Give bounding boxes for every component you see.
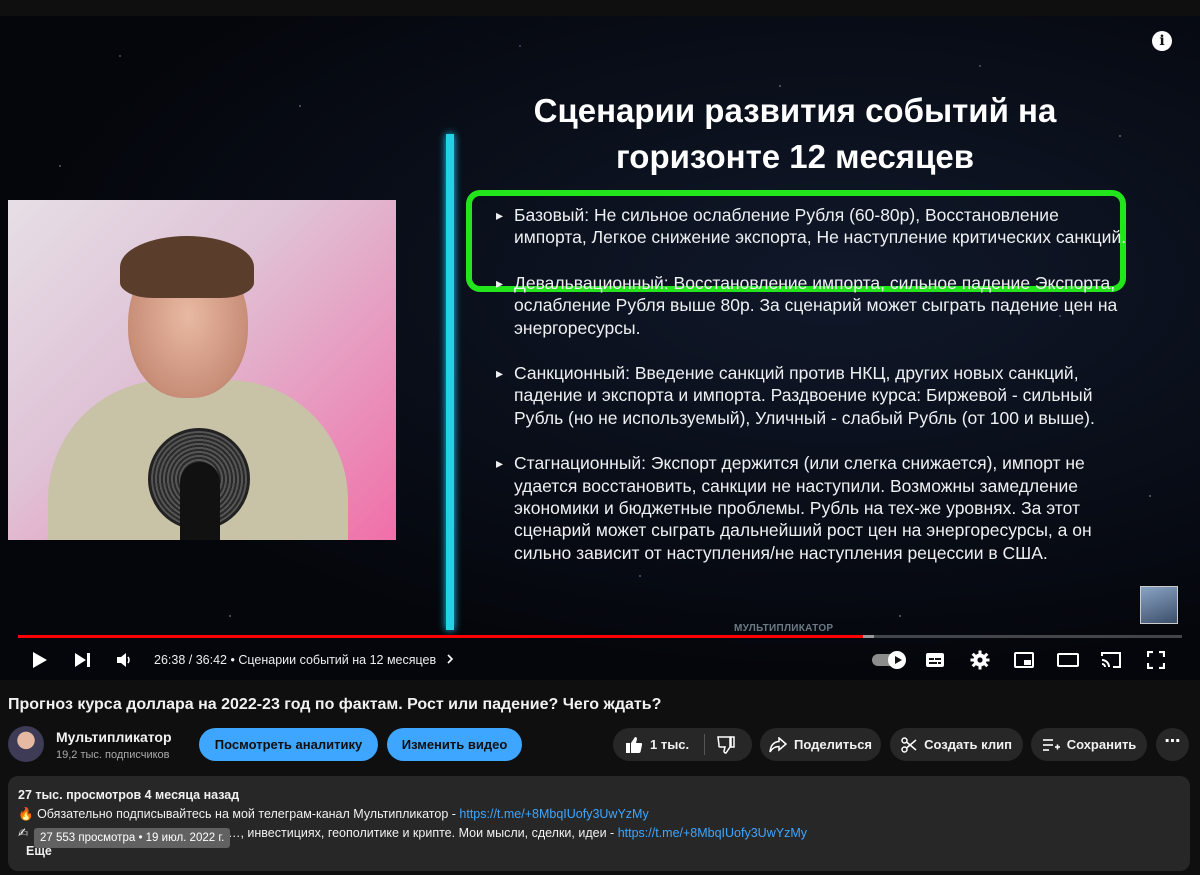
- scissors-icon: [901, 736, 917, 753]
- autoplay-toggle[interactable]: [872, 651, 906, 669]
- time-display: 26:38 / 36:42 • Сценарии событий на 12 м…: [154, 653, 454, 667]
- volume-icon[interactable]: [114, 650, 136, 670]
- share-label: Поделиться: [793, 737, 873, 752]
- presenter-webcam: [8, 200, 396, 540]
- chapter-title[interactable]: Сценарии событий на 12 месяцев: [238, 653, 436, 667]
- like-divider: [704, 734, 705, 755]
- channel-branding-watermark[interactable]: [1140, 586, 1178, 624]
- like-icon[interactable]: [625, 736, 643, 754]
- dislike-icon[interactable]: [714, 733, 738, 757]
- save-button[interactable]: Сохранить: [1031, 728, 1147, 761]
- slide-title: Сценарии развития событий на горизонте 1…: [470, 88, 1120, 180]
- time-elapsed-total: 26:38 / 36:42: [154, 653, 227, 667]
- channel-avatar[interactable]: [8, 726, 44, 762]
- description-line-1: 🔥 Обязательно подписывайтесь на мой теле…: [18, 807, 649, 822]
- subtitles-icon[interactable]: [924, 650, 946, 670]
- slide-bullet-base: Базовый: Не сильное ослабление Рубля (60…: [496, 204, 1136, 249]
- description-line-2-text: …, инвестициях, геополитике и крипте. Мо…: [227, 826, 618, 840]
- slide-accent-line: [446, 134, 454, 630]
- create-clip-label: Создать клип: [924, 737, 1012, 752]
- save-label: Сохранить: [1066, 737, 1137, 752]
- next-icon[interactable]: [73, 650, 93, 670]
- theater-mode-icon[interactable]: [1056, 650, 1080, 670]
- writing-hand-icon: ✍: [18, 826, 29, 840]
- chapter-chevron-icon[interactable]: [440, 653, 454, 667]
- telegram-link-1[interactable]: https://t.me/+8MbqIUofy3UwYzMy: [459, 807, 648, 821]
- view-count-and-date: 27 тыс. просмотров 4 месяца назад: [18, 788, 240, 802]
- playlist-add-icon: [1042, 738, 1060, 752]
- create-clip-button[interactable]: Создать клип: [890, 728, 1023, 761]
- slide-watermark: МУЛЬТИПЛИКАТОР: [734, 623, 834, 634]
- video-player[interactable]: i Сценарии развития событий на горизонте…: [0, 16, 1200, 680]
- miniplayer-icon[interactable]: [1013, 650, 1035, 670]
- video-title: Прогноз курса доллара на 2022-23 год по …: [8, 696, 662, 713]
- description-box[interactable]: 27 тыс. просмотров 4 месяца назад 🔥 Обяз…: [8, 776, 1190, 871]
- fire-icon: 🔥: [18, 807, 34, 821]
- slide-bullet-stagnation: Стагнационный: Экспорт держится (или сле…: [496, 452, 1136, 564]
- slide-bullet-sanctions: Санкционный: Введение санкций против НКЦ…: [496, 362, 1136, 429]
- progress-bar[interactable]: [18, 635, 1182, 638]
- progress-played: [18, 635, 864, 638]
- microphone: [180, 462, 220, 540]
- view-analytics-button[interactable]: Посмотреть аналитику: [199, 728, 378, 761]
- slide-bullet-devaluation: Девальвационный: Восстановление импорта,…: [496, 272, 1136, 339]
- chapter-separator: •: [230, 653, 235, 667]
- slide-title-line1: Сценарии развития событий на: [533, 92, 1057, 129]
- telegram-link-2[interactable]: https://t.me/+8MbqIUofy3UwYzMy: [618, 826, 807, 840]
- info-icon[interactable]: i: [1152, 31, 1172, 51]
- channel-name[interactable]: Мультипликатор: [56, 729, 172, 745]
- subscriber-count: 19,2 тыс. подписчиков: [56, 749, 170, 761]
- fullscreen-icon[interactable]: [1145, 650, 1167, 670]
- cast-icon[interactable]: [1099, 650, 1123, 670]
- views-date-tooltip: 27 553 просмотра • 19 июл. 2022 г.: [34, 828, 231, 848]
- share-button[interactable]: Поделиться: [760, 728, 881, 761]
- presenter-hair: [120, 236, 254, 298]
- slide-title-line2: горизонте 12 месяцев: [615, 138, 974, 175]
- share-icon: [769, 736, 787, 753]
- description-line-1-text: Обязательно подписывайтесь на мой телегр…: [37, 807, 460, 821]
- player-controls: 26:38 / 36:42 • Сценарии событий на 12 м…: [0, 644, 1200, 674]
- settings-gear-icon[interactable]: [969, 650, 991, 670]
- like-count[interactable]: 1 тыс.: [650, 737, 689, 752]
- more-actions-button[interactable]: ⋯: [1156, 728, 1189, 761]
- slide-bullets: Базовый: Не сильное ослабление Рубля (60…: [496, 204, 1136, 587]
- edit-video-button[interactable]: Изменить видео: [387, 728, 522, 761]
- autoplay-knob-icon: [888, 651, 906, 669]
- play-icon[interactable]: [30, 650, 50, 670]
